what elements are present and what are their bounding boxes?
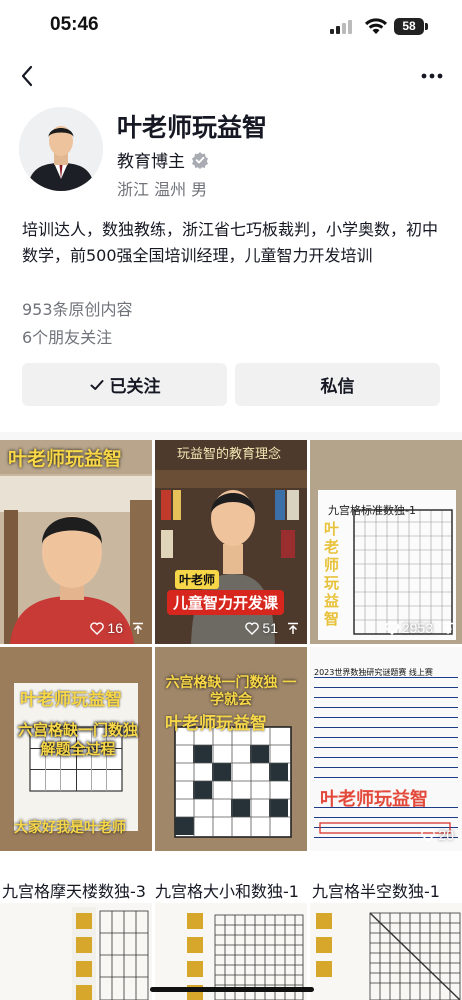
video-4-banner: 六宫格缺一门数独 解题全过程 xyxy=(17,721,138,758)
verified-badge-icon xyxy=(192,151,208,169)
avatar-photo xyxy=(19,107,103,191)
battery-tip xyxy=(425,23,428,30)
nav-bar xyxy=(0,54,462,98)
video-tile-4[interactable]: 叶老师玩益智 六宫格缺一门数独 解题全过程 大家好我是叶老师 xyxy=(0,647,152,851)
video-4-title-overlay: 叶老师玩益智 xyxy=(20,690,122,710)
status-time: 05:46 xyxy=(50,14,99,35)
heart-icon xyxy=(385,621,399,635)
video-1-title-overlay: 叶老师玩益智 xyxy=(8,448,123,470)
battery-icon: 58 xyxy=(394,18,424,35)
heart-icon xyxy=(90,621,105,635)
video-2-title-overlay: 玩益智的教育理念 xyxy=(177,447,282,462)
video-9-caption: 九宫格半空数独-1 xyxy=(312,882,440,901)
video-5-title-overlay: 六宫格缺一门数独 一学就会 xyxy=(165,675,297,708)
video-3-likes: 2953 xyxy=(401,620,433,636)
wifi-icon xyxy=(365,18,387,34)
video-7-caption: 九宫格摩天楼数独-3 xyxy=(2,882,146,901)
profile-name: 叶老师玩益智 xyxy=(117,113,268,142)
video-1-likes: 16 xyxy=(107,620,123,636)
home-indicator[interactable] xyxy=(150,987,314,992)
profile-location-gender: 浙江 温州 男 xyxy=(117,180,208,199)
video-3-title-overlay: 九宫格标准数独-1 xyxy=(328,504,416,517)
followed-button-label: 已关注 xyxy=(109,377,161,397)
message-button[interactable]: 私信 xyxy=(235,363,440,406)
chevron-left-icon xyxy=(21,65,33,87)
video-tile-8[interactable] xyxy=(155,903,307,1000)
heart-icon xyxy=(245,621,260,635)
video-tile-5[interactable]: 六宫格缺一门数独 一学就会 叶老师玩益智 xyxy=(155,647,307,851)
video-tile-9[interactable] xyxy=(310,903,462,1000)
followed-button[interactable]: 已关注 xyxy=(22,363,227,406)
friends-following[interactable]: 6个朋友关注 xyxy=(22,324,112,348)
video-thumbnail-7 xyxy=(0,903,152,1000)
video-tile-1[interactable]: 叶老师玩益智 16 xyxy=(0,440,152,644)
video-3-stats: 2953 xyxy=(385,620,454,636)
video-tile-7[interactable] xyxy=(0,903,152,1000)
pin-top-icon xyxy=(288,622,298,634)
video-tile-6[interactable]: 2023世界数独研究谜题赛 线上赛 叶老师玩益智 20 xyxy=(310,647,462,851)
video-8-caption: 九宫格大小和数独-1 xyxy=(155,882,299,901)
video-3-banner: 叶老师玩益智 xyxy=(324,520,340,628)
video-6-banner: 叶老师玩益智 xyxy=(320,789,428,810)
video-4-caption: 大家好我是叶老师 xyxy=(14,820,126,836)
video-1-stats: 16 xyxy=(90,620,144,636)
video-6-title-overlay: 2023世界数独研究谜题赛 线上赛 xyxy=(314,668,433,677)
video-2-caption: 叶老师 xyxy=(175,570,220,589)
ellipsis-icon xyxy=(421,73,443,79)
pin-top-icon xyxy=(443,622,453,634)
back-button[interactable] xyxy=(14,60,42,92)
avatar[interactable] xyxy=(19,107,103,191)
video-5-banner: 叶老师玩益智 xyxy=(165,714,267,734)
pin-top-icon xyxy=(133,622,143,634)
signal-icon xyxy=(330,20,356,34)
original-content-count: 953条原创内容 xyxy=(22,300,133,319)
video-2-banner: 儿童智力开发课 xyxy=(167,590,285,615)
video-2-likes: 51 xyxy=(262,620,278,636)
profile-bio: 培训达人，数独教练，浙江省七巧板裁判，小学奥数，初中数学，前500强全国培训经理… xyxy=(22,220,439,265)
profile-role: 教育博主 xyxy=(117,147,209,172)
video-thumbnail-9 xyxy=(310,903,462,1000)
profile-role-label: 教育博主 xyxy=(117,152,185,172)
video-tile-2[interactable]: 玩益智的教育理念 儿童智力开发课 叶老师 51 xyxy=(155,440,307,644)
heart-icon xyxy=(421,828,436,842)
video-tile-3[interactable]: 九宫格标准数独-1 叶老师玩益智 2953 xyxy=(310,440,462,644)
video-6-likes: 20 xyxy=(438,827,454,843)
section-divider xyxy=(0,432,462,440)
checkmark-icon xyxy=(90,379,103,390)
message-button-label: 私信 xyxy=(320,377,355,397)
video-6-stats: 20 xyxy=(421,827,454,843)
video-thumbnail-8 xyxy=(155,903,307,1000)
video-2-stats: 51 xyxy=(245,620,299,636)
status-bar: 05:46 58 xyxy=(0,0,462,54)
more-button[interactable] xyxy=(418,62,450,90)
